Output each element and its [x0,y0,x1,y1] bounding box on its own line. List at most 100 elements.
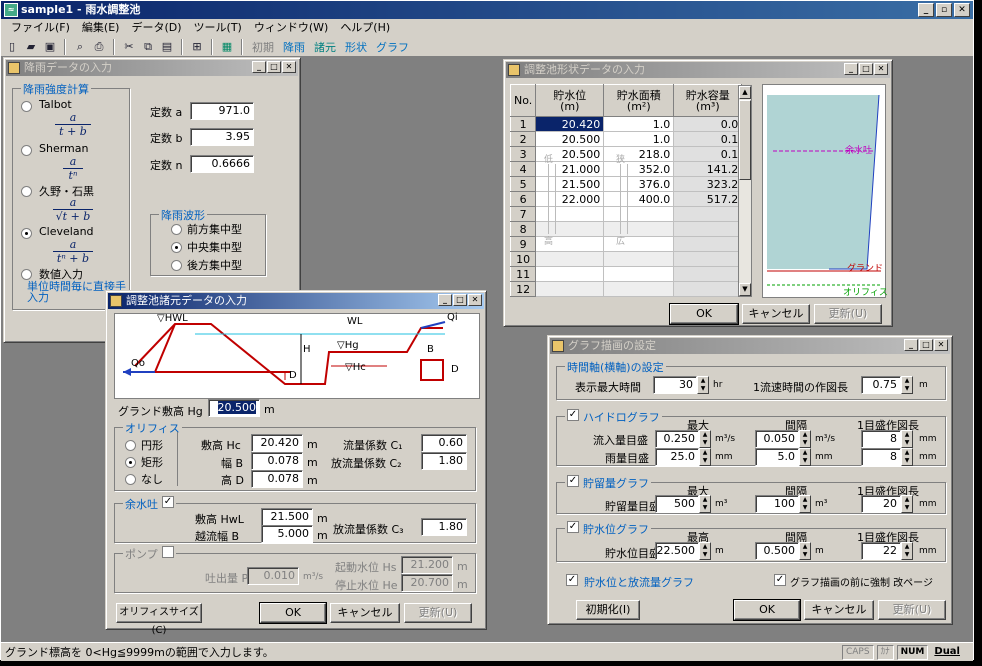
spec-update-button[interactable]: 更新(U) [404,603,472,623]
store-len-input[interactable]: 20 [861,495,901,513]
store-checkbox[interactable]: ✓ [567,475,579,487]
cell-area[interactable] [603,206,675,222]
orifice-size-button[interactable]: オリフィスサイズ(C) [116,603,202,636]
calculator-icon[interactable]: ▦ [219,39,235,55]
minimize-button[interactable]: _ [904,339,918,351]
table-scrollbar[interactable]: ▲ ▼ [738,85,752,297]
spec-cancel-button[interactable]: キャンセル [330,603,400,623]
rain-max-input[interactable]: 25.0 [655,448,699,466]
restore-button[interactable]: ▫ [936,3,952,17]
b-input[interactable]: 0.078 [251,452,303,470]
maximize-button[interactable]: □ [859,63,873,75]
graph-cancel-button[interactable]: キャンセル [804,600,874,620]
print-preview-icon[interactable]: ⌕ [72,39,88,55]
menu-window[interactable]: ウィンドウ(W) [248,19,334,37]
minimize-button[interactable]: _ [438,294,452,306]
hwl-input[interactable]: 21.500 [261,508,313,526]
toolbar-shape[interactable]: 形状 [342,39,370,55]
inflow-len-spinner[interactable]: ▲ ▼ [901,430,913,448]
minimize-button[interactable]: _ [918,3,934,17]
ground-input[interactable]: 20.500 [208,399,260,417]
close-button[interactable]: ✕ [468,294,482,306]
cut-icon[interactable]: ✂ [121,39,137,55]
shape-cancel-button[interactable]: キャンセル [742,304,810,324]
hs-input[interactable]: 21.200 [401,556,453,574]
rain-len-input[interactable]: 8 [861,448,901,466]
level-len-spinner[interactable]: ▲ ▼ [901,542,913,560]
inflow-int-spinner[interactable]: ▲ ▼ [799,430,811,448]
menu-file[interactable]: ファイル(F) [5,19,76,37]
inflow-max-input[interactable]: 0.250 [655,430,699,448]
save-icon[interactable]: ▣ [42,39,58,55]
c2-input[interactable]: 1.80 [421,452,467,470]
pump-checkbox[interactable] [161,546,174,558]
cleveland-radio[interactable] [21,228,32,239]
cell-area[interactable] [603,281,675,297]
store-max-spinner[interactable]: ▲ ▼ [699,495,711,513]
level-max-input[interactable]: 22.500 [655,542,699,560]
store-int-input[interactable]: 100 [755,495,799,513]
cell-level[interactable] [535,281,605,297]
level-len-input[interactable]: 22 [861,542,901,560]
cell-area[interactable] [603,221,675,237]
shape-ok-button[interactable]: OK [669,303,739,325]
force-page-checkbox[interactable]: ✓ [774,574,786,586]
table-row[interactable]: 11 [509,266,743,282]
scroll-down-icon[interactable]: ▼ [739,283,751,296]
maximize-button[interactable]: □ [919,339,933,351]
const-b-input[interactable]: 3.95 [190,128,254,146]
inflow-len-input[interactable]: 8 [861,430,901,448]
max-time-input[interactable]: 30 [653,376,697,394]
hydro-checkbox[interactable]: ✓ [567,409,579,421]
len-spinner[interactable]: ▲ ▼ [901,376,913,394]
combo-checkbox[interactable]: ✓ [566,574,578,586]
cell-area[interactable]: 218.0 [603,146,675,162]
new-file-icon[interactable]: ▯ [4,39,20,55]
menu-help[interactable]: ヘルプ(H) [334,19,396,37]
c1-input[interactable]: 0.60 [421,434,467,452]
cell-area[interactable] [603,266,675,282]
wave-front-radio[interactable] [171,224,182,235]
scroll-thumb[interactable] [739,100,751,180]
cell-area[interactable] [603,236,675,252]
len-input[interactable]: 0.75 [861,376,901,394]
cell-area[interactable]: 376.0 [603,176,675,192]
store-len-spinner[interactable]: ▲ ▼ [901,495,913,513]
const-n-input[interactable]: 0.6666 [190,155,254,173]
close-button[interactable]: ✕ [954,3,970,17]
cell-area[interactable]: 352.0 [603,161,675,177]
cell-area[interactable]: 400.0 [603,191,675,207]
toolbar-rain[interactable]: 降雨 [280,39,308,55]
cell-level[interactable] [535,266,605,282]
window-icon[interactable]: ⊞ [189,39,205,55]
cell-level[interactable]: 21.500 [535,176,605,192]
spec-ok-button[interactable]: OK [259,602,327,624]
shape-none-radio[interactable] [125,474,136,485]
kuno-radio[interactable] [21,186,32,197]
table-row[interactable]: 12 [509,281,743,297]
shape-circle-radio[interactable] [125,440,136,451]
level-int-input[interactable]: 0.500 [755,542,799,560]
rain-len-spinner[interactable]: ▲ ▼ [901,448,913,466]
print-icon[interactable]: ⎙ [91,39,107,55]
shape-update-button[interactable]: 更新(U) [814,304,882,324]
copy-icon[interactable]: ⧉ [140,39,156,55]
c3-input[interactable]: 1.80 [421,518,467,536]
shape-rect-radio[interactable] [125,457,136,468]
toolbar-graph[interactable]: グラフ [373,39,412,55]
const-a-input[interactable]: 971.0 [190,102,254,120]
cell-area[interactable]: 1.0 [603,131,675,147]
he-input[interactable]: 20.700 [401,574,453,592]
wave-center-radio[interactable] [171,242,182,253]
level-checkbox[interactable]: ✓ [567,521,579,533]
scroll-up-icon[interactable]: ▲ [739,86,751,99]
wave-back-radio[interactable] [171,260,182,271]
menu-data[interactable]: データ(D) [125,19,187,37]
store-int-spinner[interactable]: ▲ ▼ [799,495,811,513]
minimize-button[interactable]: _ [844,63,858,75]
rain-max-spinner[interactable]: ▲ ▼ [699,448,711,466]
init-button[interactable]: 初期化(I) [576,600,640,620]
graph-update-button[interactable]: 更新(U) [878,600,946,620]
d-input[interactable]: 0.078 [251,470,303,488]
width-input[interactable]: 5.000 [261,525,313,543]
